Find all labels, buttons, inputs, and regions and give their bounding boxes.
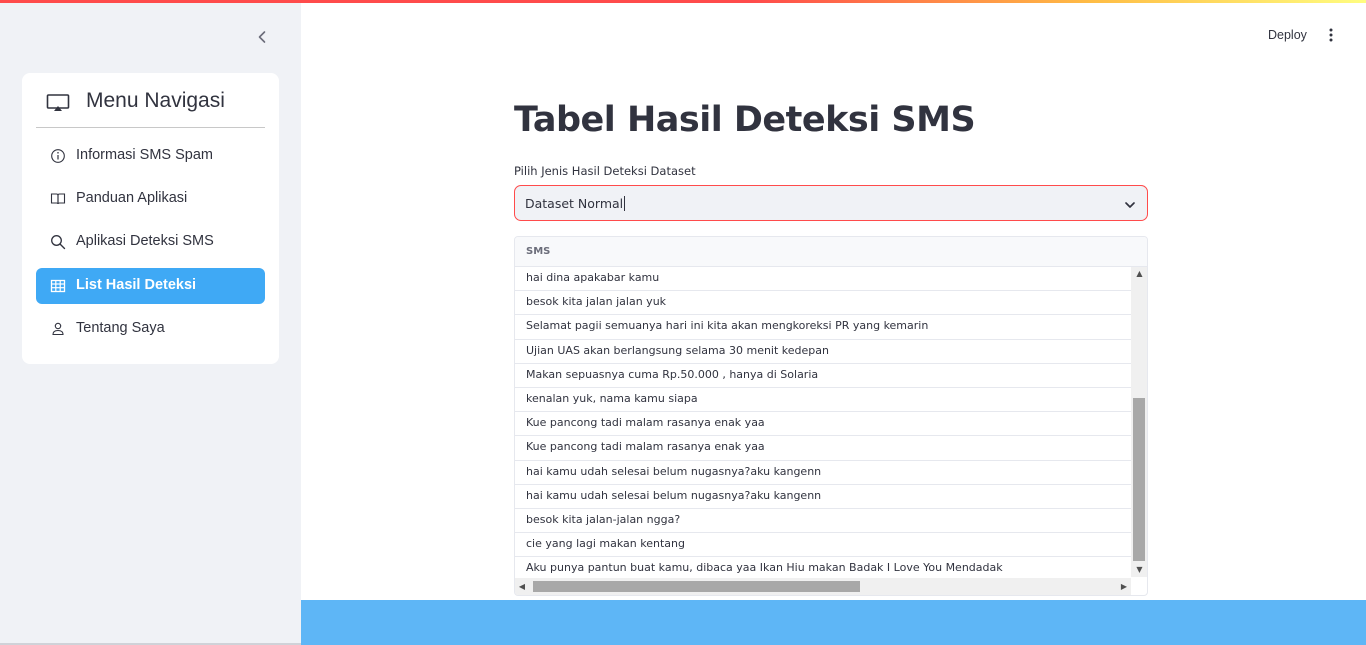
vertical-scroll-thumb[interactable] (1133, 398, 1145, 561)
menu-header: Menu Navigasi (36, 87, 265, 128)
table-row[interactable]: hai kamu udah selesai belum nugasnya?aku… (515, 461, 1131, 485)
column-header-sms[interactable]: SMS (526, 246, 550, 257)
page-title: Tabel Hasil Deteksi SMS (514, 100, 976, 140)
chevron-left-icon (258, 31, 266, 43)
sidebar-item-aplikasi-deteksi-sms[interactable]: Aplikasi Deteksi SMS (36, 224, 265, 260)
text-cursor (624, 196, 626, 211)
table-row[interactable]: besok kita jalan-jalan ngga? (515, 509, 1131, 534)
table-row[interactable]: besok kita jalan jalan yuk (515, 291, 1131, 316)
sidebar: Menu Navigasi Informasi SMS Spam Panduan… (0, 0, 301, 645)
table-cell: Aku punya pantun buat kamu, dibaca yaa I… (526, 561, 1003, 575)
book-icon (50, 191, 66, 207)
table-body: hai dina apakabar kamu besok kita jalan … (515, 267, 1131, 582)
sidebar-item-label: Tentang Saya (76, 320, 165, 336)
deploy-button[interactable]: Deploy (1262, 26, 1313, 44)
scroll-down-arrow-icon[interactable]: ▼ (1131, 563, 1147, 577)
table-cell: Kue pancong tadi malam rasanya enak yaa (526, 440, 765, 454)
table-cell: kenalan yuk, nama kamu siapa (526, 391, 698, 405)
table-cell: besok kita jalan jalan yuk (526, 295, 667, 309)
table-row[interactable]: Makan sepuasnya cuma Rp.50.000 , hanya d… (515, 364, 1131, 388)
collapse-sidebar-button[interactable] (252, 27, 272, 47)
scroll-left-arrow-icon[interactable]: ◀ (515, 578, 529, 595)
table-row[interactable]: hai dina apakabar kamu (515, 267, 1131, 292)
table-cell: Ujian UAS akan berlangsung selama 30 men… (526, 343, 829, 357)
more-vertical-icon (1329, 28, 1333, 42)
table-cell: Makan sepuasnya cuma Rp.50.000 , hanya d… (526, 367, 819, 381)
sidebar-item-label: List Hasil Deteksi (76, 277, 197, 293)
scroll-right-arrow-icon[interactable]: ▶ (1117, 578, 1131, 595)
table-cell: hai dina apakabar kamu (526, 271, 660, 284)
table-row[interactable]: kenalan yuk, nama kamu siapa (515, 388, 1131, 413)
table-icon (50, 278, 66, 294)
top-decoration-bar (0, 0, 1366, 3)
table-row[interactable]: Kue pancong tadi malam rasanya enak yaa (515, 436, 1131, 461)
sidebar-item-label: Informasi SMS Spam (76, 147, 213, 163)
info-circle-icon (50, 148, 66, 164)
menu-title: Menu Navigasi (86, 89, 225, 112)
sidebar-item-panduan-aplikasi[interactable]: Panduan Aplikasi (36, 181, 265, 217)
table-cell: Selamat pagii semuanya hari ini kita aka… (526, 319, 929, 333)
table-row[interactable]: Selamat pagii semuanya hari ini kita aka… (515, 315, 1131, 340)
dataset-type-select[interactable]: Dataset Normal (514, 185, 1148, 221)
table-cell: hai kamu udah selesai belum nugasnya?aku… (526, 488, 822, 502)
sidebar-item-list-hasil-deteksi[interactable]: List Hasil Deteksi (36, 268, 265, 304)
table-row[interactable]: cie yang lagi makan kentang (515, 533, 1131, 558)
sidebar-item-informasi-sms-spam[interactable]: Informasi SMS Spam (36, 138, 265, 174)
search-icon (50, 234, 66, 250)
select-value: Dataset Normal (525, 196, 626, 211)
horizontal-scroll-thumb[interactable] (533, 581, 860, 592)
select-value-text: Dataset Normal (525, 196, 624, 211)
table-row[interactable]: Kue pancong tadi malam rasanya enak yaa (515, 412, 1131, 437)
navigation-menu: Menu Navigasi Informasi SMS Spam Panduan… (22, 73, 279, 364)
screen-cast-icon (46, 93, 70, 113)
scroll-up-arrow-icon[interactable]: ▲ (1131, 267, 1147, 281)
chevron-down-icon (1123, 197, 1137, 211)
vertical-scrollbar[interactable]: ▲ ▼ (1131, 267, 1147, 577)
table-row[interactable]: hai kamu udah selesai belum nugasnya?aku… (515, 485, 1131, 509)
sms-results-table: SMS hai dina apakabar kamu besok kita ja… (514, 236, 1148, 596)
table-cell: cie yang lagi makan kentang (526, 537, 685, 551)
horizontal-scrollbar[interactable]: ◀ ▶ (515, 578, 1131, 595)
bottom-color-band (301, 600, 1366, 645)
table-cell: hai kamu udah selesai belum nugasnya?aku… (526, 464, 822, 478)
sidebar-item-label: Aplikasi Deteksi SMS (76, 233, 214, 249)
main-menu-button[interactable] (1322, 26, 1340, 44)
sidebar-item-tentang-saya[interactable]: Tentang Saya (36, 311, 265, 347)
table-cell: besok kita jalan-jalan ngga? (526, 512, 681, 526)
sidebar-item-label: Panduan Aplikasi (76, 190, 188, 206)
table-row[interactable]: Ujian UAS akan berlangsung selama 30 men… (515, 340, 1131, 364)
person-icon (50, 321, 66, 337)
table-cell: Kue pancong tadi malam rasanya enak yaa (526, 416, 765, 430)
table-header: SMS (515, 237, 1147, 267)
select-label: Pilih Jenis Hasil Deteksi Dataset (514, 164, 696, 178)
